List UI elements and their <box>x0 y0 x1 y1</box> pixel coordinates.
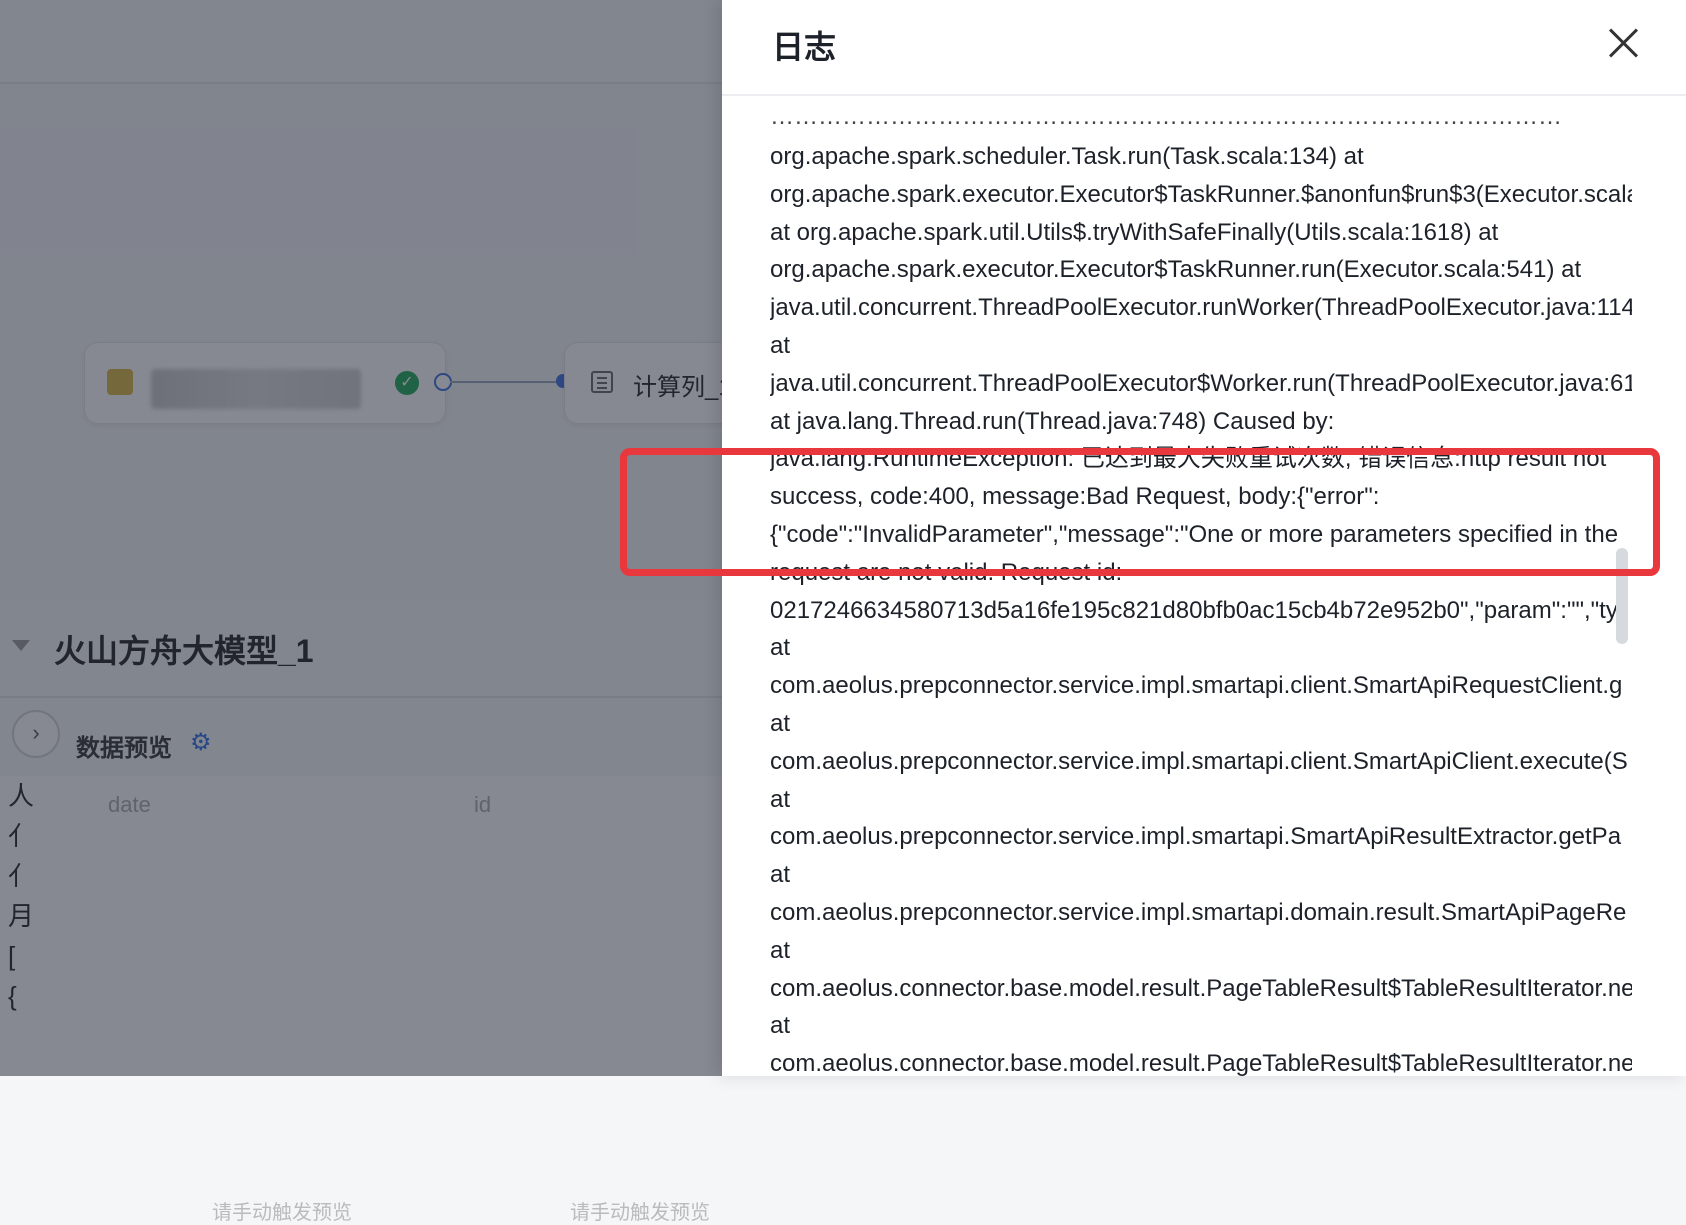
target-node-label: 计算列_1 <box>633 374 732 401</box>
strip-char: [ <box>8 941 16 971</box>
log-line-error: success, code:400, message:Bad Request, … <box>770 483 1380 511</box>
source-node[interactable]: ✓ <box>84 342 446 424</box>
log-line-error: {"code":"InvalidParameter","message":"On… <box>770 520 1619 548</box>
log-scrollbar[interactable] <box>1616 548 1628 644</box>
node-detail-section: 火山方舟大模型_1 › 数据预览 ⚙ 人 亻 亻 月 [ { date id 请… <box>0 600 724 1224</box>
blurred-node-label <box>151 369 361 409</box>
log-line: com.aeolus.connector.base.model.result.P… <box>770 1050 1632 1076</box>
log-line: at <box>770 331 791 359</box>
collapse-caret-icon[interactable] <box>12 640 30 651</box>
log-line: at <box>770 785 791 813</box>
empty-hint: 请手动触发预览 <box>212 1202 352 1224</box>
log-line: com.aeolus.connector.base.model.result.P… <box>770 974 1632 1002</box>
log-line: at java.lang.Thread.run(Thread.java:748)… <box>770 407 1335 435</box>
log-line-error: java.lang.RuntimeException: 已达到最大失败重试次数,… <box>770 445 1607 473</box>
log-line-clipped: ……………………………………………………………………………………… <box>770 112 1562 130</box>
log-line: org.apache.spark.executor.Executor$TaskR… <box>770 256 1582 284</box>
gear-icon[interactable]: ⚙ <box>190 728 212 757</box>
log-line: 0217246634580713d5a16fe195c821d80bfb0ac1… <box>770 596 1618 624</box>
drawer-title: 日志 <box>772 29 837 65</box>
check-circle-icon: ✓ <box>395 371 419 395</box>
log-line: org.apache.spark.scheduler.Task.run(Task… <box>770 143 1364 170</box>
log-line: at <box>770 861 791 889</box>
table-icon <box>591 371 613 393</box>
log-line: com.aeolus.prepconnector.service.impl.sm… <box>770 898 1627 926</box>
chevron-right-icon[interactable]: › <box>12 710 60 758</box>
preview-table: date id 请手动触发预览 请手动触发预览 <box>36 776 724 1224</box>
strip-char: 亻 <box>8 861 35 891</box>
divider <box>0 696 724 698</box>
log-line: request are not valid. Request id: <box>770 558 1123 586</box>
empty-hint: 请手动触发预览 <box>570 1202 710 1224</box>
log-line: at <box>770 936 791 964</box>
strip-char: { <box>8 981 17 1011</box>
log-line: at org.apache.spark.util.Utils$.tryWithS… <box>770 218 1499 246</box>
top-bar <box>0 0 724 84</box>
column-header-id[interactable]: id <box>474 792 491 818</box>
log-line: java.util.concurrent.ThreadPoolExecutor.… <box>770 294 1632 322</box>
section-title: 火山方舟大模型_1 <box>54 633 314 669</box>
drawer-header: 日志 <box>722 0 1686 96</box>
log-drawer: 日志 ……………………………………………………………………………………… org… <box>722 0 1686 1076</box>
log-content[interactable]: ……………………………………………………………………………………… org.ap… <box>770 112 1632 1076</box>
log-line: at <box>770 709 791 737</box>
log-line: org.apache.spark.executor.Executor$TaskR… <box>770 180 1632 208</box>
log-line: at <box>770 634 791 662</box>
flow-edge <box>450 381 562 383</box>
log-line: com.aeolus.prepconnector.service.impl.sm… <box>770 747 1628 775</box>
data-preview-label: 数据预览 <box>76 735 172 762</box>
log-line: com.aeolus.prepconnector.service.impl.sm… <box>770 672 1623 700</box>
strip-char: 月 <box>8 901 35 931</box>
strip-char: 亻 <box>8 821 35 851</box>
strip-char: 人 <box>8 781 35 811</box>
column-header-date[interactable]: date <box>108 792 151 818</box>
close-icon[interactable] <box>1602 22 1646 66</box>
log-line: com.aeolus.prepconnector.service.impl.sm… <box>770 823 1622 851</box>
left-field-strip: 人 亻 亻 月 [ { <box>0 776 37 1076</box>
log-line: at <box>770 1012 791 1040</box>
log-line: java.util.concurrent.ThreadPoolExecutor$… <box>770 369 1632 397</box>
source-logo-icon <box>107 369 133 395</box>
